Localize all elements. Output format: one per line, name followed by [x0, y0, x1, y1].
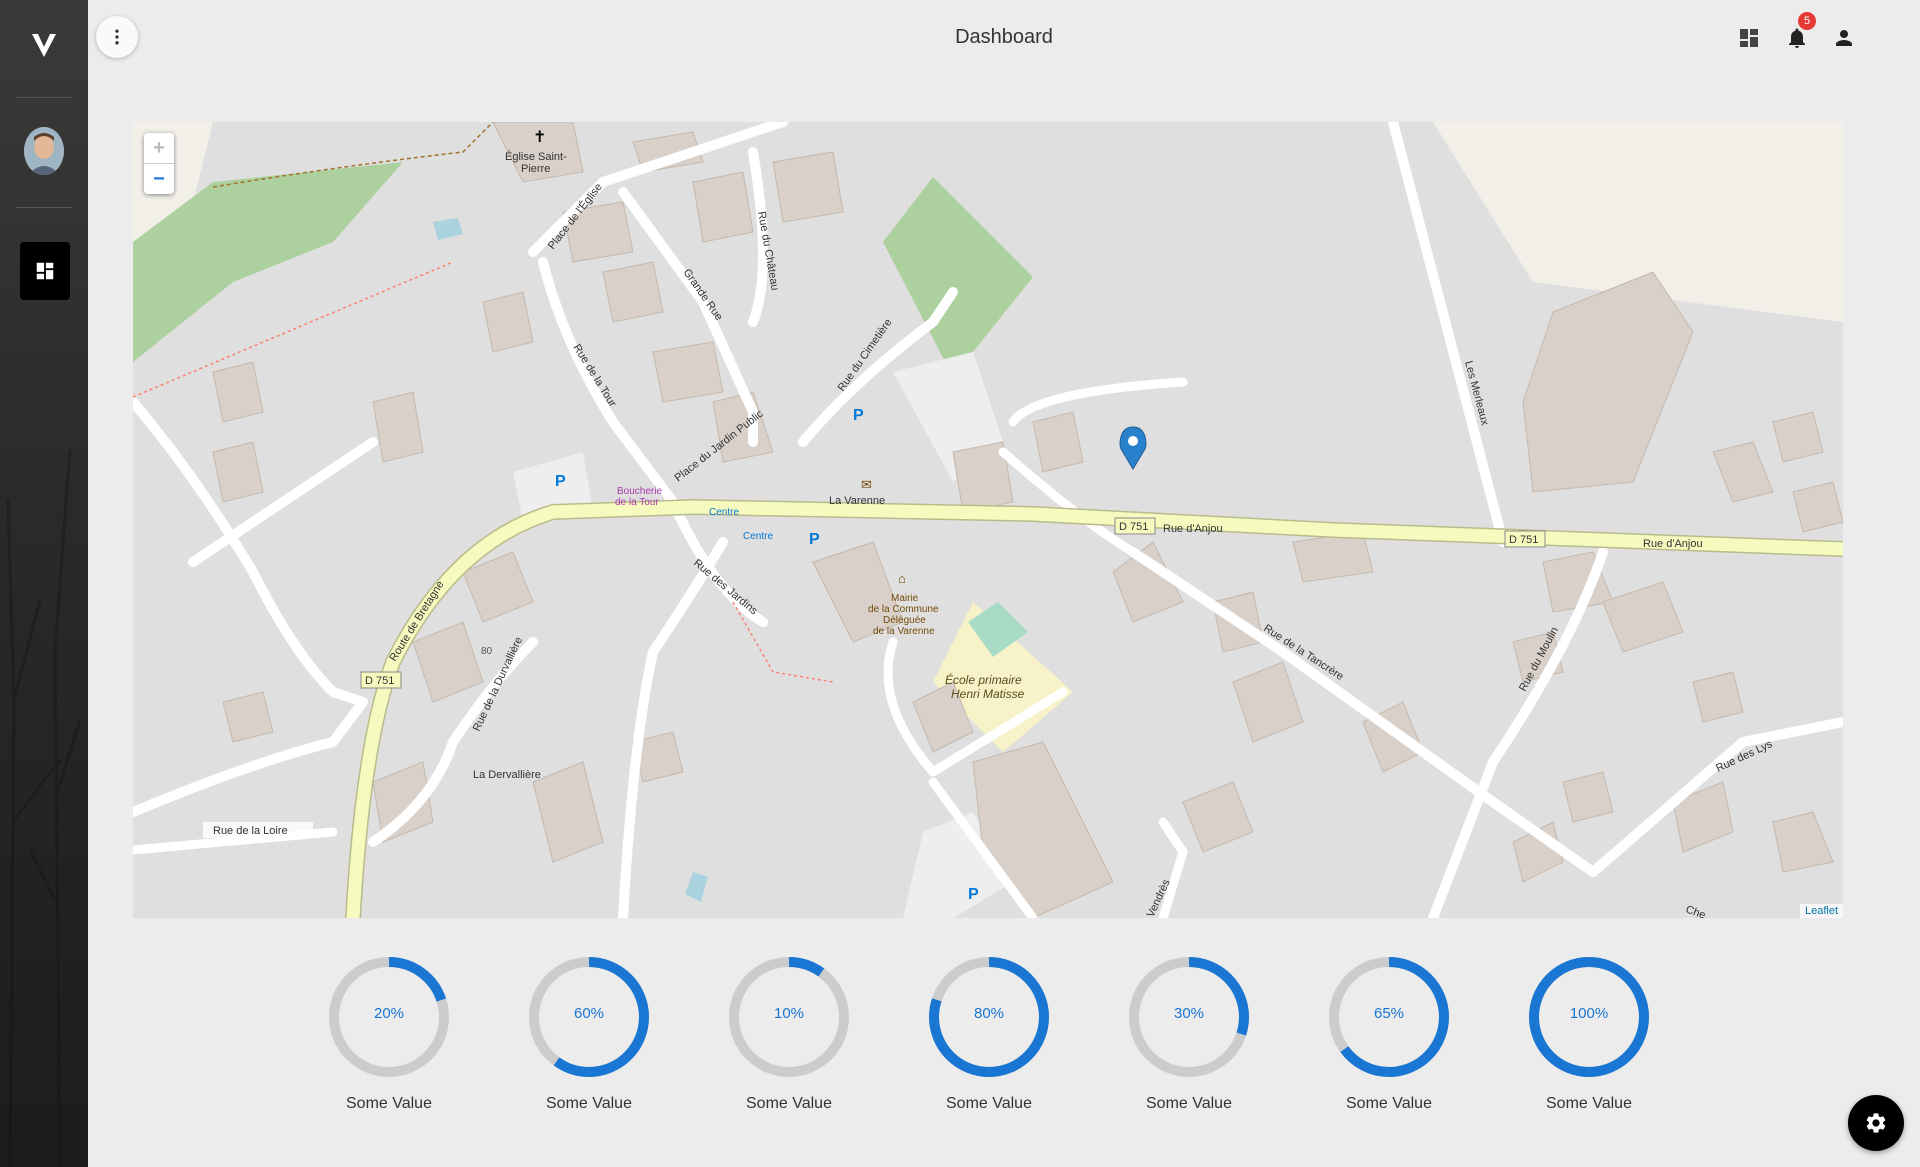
sidebar — [0, 0, 88, 1167]
gauge-caption: Some Value — [1146, 1095, 1232, 1112]
gauge-6: 100% Some Value — [1527, 955, 1651, 1113]
person-icon — [1836, 30, 1852, 46]
dashboard-icon — [1740, 29, 1758, 47]
notifications-button[interactable]: 5 — [1785, 12, 1816, 50]
gauge-percent: 20% — [373, 1005, 405, 1022]
gauge-caption: Some Value — [346, 1095, 432, 1112]
parking-icon: P — [968, 886, 979, 903]
svg-text:D 751: D 751 — [1119, 521, 1148, 533]
map-attribution[interactable]: Leaflet — [1799, 904, 1843, 918]
gauge-2: 10% Some Value — [727, 955, 851, 1113]
svg-text:de la Tour: de la Tour — [615, 497, 659, 508]
map-tiles: ✝ P P P P ✉ ⌂ Église Saint- Pierre Place… — [133, 122, 1843, 918]
gauge-percent: 30% — [1173, 1005, 1205, 1022]
settings-button[interactable] — [1848, 1095, 1904, 1151]
gauge-percent: 60% — [573, 1005, 605, 1022]
gauge-4: 30% Some Value — [1127, 955, 1251, 1113]
gauge-caption: Some Value — [1546, 1095, 1632, 1112]
svg-text:Église Saint-: Église Saint- — [505, 150, 567, 163]
svg-text:Centre: Centre — [709, 507, 739, 518]
svg-text:D 751: D 751 — [1509, 534, 1538, 546]
gauge-percent: 10% — [773, 1005, 805, 1022]
tree-background — [6, 449, 82, 1167]
svg-text:80: 80 — [481, 646, 493, 657]
svg-text:Déléguée: Déléguée — [883, 615, 926, 626]
map[interactable]: ✝ P P P P ✉ ⌂ Église Saint- Pierre Place… — [133, 122, 1843, 918]
svg-text:Henri Matisse: Henri Matisse — [951, 687, 1025, 701]
svg-text:Boucherie: Boucherie — [617, 486, 662, 497]
svg-text:Rue d'Anjou: Rue d'Anjou — [1163, 523, 1223, 535]
svg-text:de la Commune: de la Commune — [868, 604, 939, 615]
gear-icon — [1866, 1113, 1886, 1133]
account-button[interactable] — [1832, 26, 1856, 50]
svg-text:Mairie: Mairie — [891, 593, 919, 604]
page-title: Dashboard — [955, 26, 1053, 48]
gauge-percent: 80% — [973, 1005, 1005, 1022]
post-office-icon: ✉ — [861, 477, 872, 492]
avatar[interactable] — [24, 127, 64, 175]
svg-text:École primaire: École primaire — [945, 672, 1022, 687]
gauge-caption: Some Value — [1346, 1095, 1432, 1112]
sidebar-divider — [16, 207, 72, 208]
gauge-caption: Some Value — [546, 1095, 632, 1112]
gauge-caption: Some Value — [746, 1095, 832, 1112]
gauge-caption: Some Value — [946, 1095, 1032, 1112]
gauge-percent: 65% — [1373, 1005, 1405, 1022]
zoom-control: + − — [144, 133, 174, 194]
svg-text:Rue d'Anjou: Rue d'Anjou — [1643, 538, 1703, 550]
svg-text:Centre: Centre — [743, 531, 773, 542]
dashboard-icon — [36, 262, 54, 280]
parking-icon: P — [809, 531, 820, 548]
gauge-0: 20% Some Value — [327, 955, 451, 1113]
notification-badge: 5 — [1798, 12, 1816, 30]
gauge-3: 80% Some Value — [927, 955, 1051, 1113]
header: Dashboard 5 — [88, 0, 1920, 76]
church-icon: ✝ — [533, 129, 546, 146]
parking-icon: P — [853, 407, 864, 424]
svg-text:D 751: D 751 — [365, 675, 394, 687]
dashboard-button[interactable] — [1737, 26, 1761, 50]
logo-icon[interactable] — [29, 30, 59, 60]
gauge-5: 65% Some Value — [1327, 955, 1451, 1113]
svg-text:de la Varenne: de la Varenne — [873, 626, 935, 637]
gauge-1: 60% Some Value — [527, 955, 651, 1113]
sidebar-item-dashboard[interactable] — [20, 242, 70, 300]
svg-text:Rue de la Loire: Rue de la Loire — [213, 825, 288, 837]
zoom-in-button[interactable]: + — [144, 133, 174, 164]
gauge-percent: 100% — [1569, 1005, 1609, 1022]
svg-text:La Varenne: La Varenne — [829, 495, 885, 507]
svg-text:La Dervallière: La Dervallière — [473, 769, 541, 781]
sidebar-divider — [16, 97, 72, 98]
svg-text:Pierre: Pierre — [521, 163, 550, 175]
zoom-out-button[interactable]: − — [144, 164, 174, 194]
parking-icon: P — [555, 473, 566, 490]
townhall-icon: ⌂ — [898, 571, 906, 586]
